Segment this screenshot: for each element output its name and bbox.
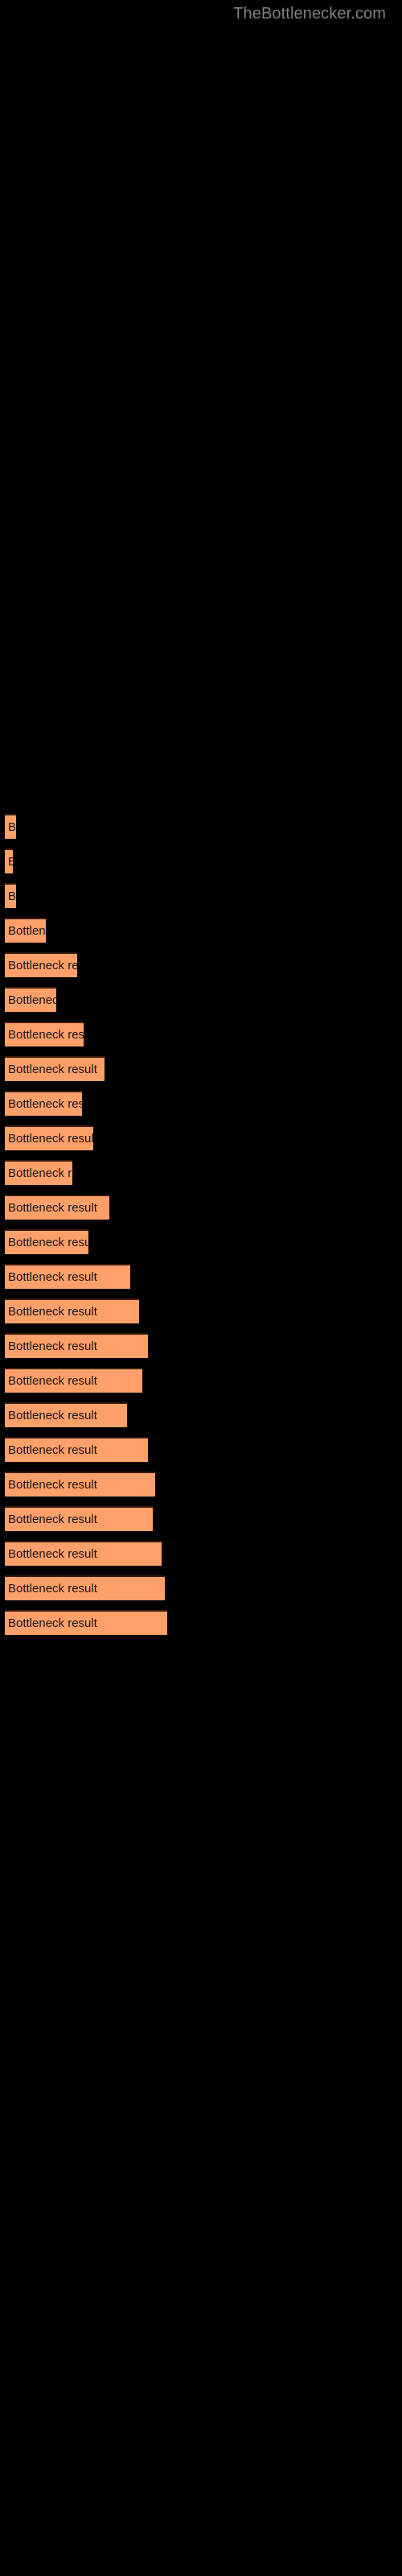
bar[interactable]: Bottleneck result	[5, 1125, 93, 1150]
bar[interactable]: Bottleneck result	[5, 1368, 142, 1393]
bar-row: Bottleneck result	[0, 1575, 402, 1600]
bar[interactable]: Bottleneck result	[5, 1298, 139, 1323]
bar[interactable]: Bottleneck result	[5, 1264, 130, 1289]
bar-row: Bottleneck result	[0, 848, 402, 873]
bar[interactable]: Bottleneck result	[5, 952, 77, 977]
bar-label: Bottleneck result	[5, 856, 13, 868]
bar-row: Bottleneck result	[0, 1437, 402, 1462]
bar-row: Bottleneck result	[0, 918, 402, 943]
bar-label: Bottleneck result	[8, 1166, 72, 1180]
bar-row: Bottleneck result	[0, 952, 402, 977]
bar-label: Bottleneck result	[8, 820, 16, 834]
bar-row: Bottleneck result	[0, 1264, 402, 1289]
bar[interactable]: Bottleneck result	[5, 1229, 88, 1254]
bar[interactable]: Bottleneck result	[5, 814, 16, 839]
bar[interactable]: Bottleneck result	[5, 1056, 105, 1081]
bar-label: Bottleneck result	[8, 1270, 97, 1284]
bar-label: Bottleneck result	[8, 993, 56, 1007]
bar[interactable]: Bottleneck result	[5, 848, 13, 873]
bar-label: Bottleneck result	[8, 1132, 93, 1146]
bar-row: Bottleneck result	[0, 1541, 402, 1566]
bar-row: Bottleneck result	[0, 1091, 402, 1116]
bar-row: Bottleneck result	[0, 1610, 402, 1635]
bar-label: Bottleneck result	[8, 1513, 97, 1526]
bar[interactable]: Bottleneck result	[5, 883, 16, 908]
bar[interactable]: Bottleneck result	[5, 1437, 148, 1462]
bar-label: Bottleneck result	[8, 1409, 97, 1422]
bar[interactable]: Bottleneck result	[5, 1541, 162, 1566]
bar-row: Bottleneck result	[0, 1056, 402, 1081]
bar-row: Bottleneck result	[0, 1229, 402, 1254]
bar[interactable]: Bottleneck result	[5, 1195, 109, 1220]
bar[interactable]: Bottleneck result	[5, 1160, 72, 1185]
bar-row: Bottleneck result	[0, 1022, 402, 1046]
bar-label: Bottleneck result	[8, 1478, 97, 1492]
bar-label: Bottleneck result	[8, 924, 46, 938]
bar-label: Bottleneck result	[8, 1547, 97, 1561]
bar-row: Bottleneck result	[0, 814, 402, 839]
bar-label: Bottleneck result	[8, 1340, 97, 1353]
bottleneck-bar-chart: Bottleneck result Bottleneck result Bottle…	[0, 0, 402, 2576]
bar-label: Bottleneck result	[8, 1028, 84, 1042]
bar-row: Bottleneck result	[0, 1506, 402, 1531]
bar-label: Bottleneck result	[8, 1097, 82, 1111]
bar[interactable]: Bottleneck result	[5, 1472, 155, 1496]
bar[interactable]: Bottleneck result	[5, 1022, 84, 1046]
bar-row: Bottleneck result	[0, 1368, 402, 1393]
bar-row: Bottleneck result	[0, 1298, 402, 1323]
bar-row: Bottleneck result	[0, 1195, 402, 1220]
bar-label: Bottleneck result	[8, 1374, 97, 1388]
bar-row: Bottleneck result	[0, 883, 402, 908]
bar-label: Bottleneck result	[8, 959, 77, 972]
bar-row: Bottleneck result	[0, 987, 402, 1012]
bar[interactable]: Bottleneck result	[5, 1402, 127, 1427]
bar[interactable]: Bottleneck result	[5, 1506, 153, 1531]
bar-label: Bottleneck result	[8, 1616, 97, 1630]
bar[interactable]: Bottleneck result	[5, 1091, 82, 1116]
bar-row: Bottleneck result	[0, 1333, 402, 1358]
bar-row: Bottleneck result	[0, 1402, 402, 1427]
bar-label: Bottleneck result	[8, 1582, 97, 1596]
bar-row: Bottleneck result	[0, 1472, 402, 1496]
bar-label: Bottleneck result	[8, 890, 16, 903]
bar-label: Bottleneck result	[8, 1063, 97, 1076]
bar[interactable]: Bottleneck result	[5, 1610, 167, 1635]
bar-label: Bottleneck result	[8, 1443, 97, 1457]
bar[interactable]: Bottleneck result	[5, 918, 46, 943]
bar-row: Bottleneck result	[0, 1125, 402, 1150]
bar[interactable]: Bottleneck result	[5, 1333, 148, 1358]
bar[interactable]: Bottleneck result	[5, 987, 56, 1012]
bar-label: Bottleneck result	[8, 1201, 97, 1215]
bar-label: Bottleneck result	[8, 1305, 97, 1319]
bar-row: Bottleneck result	[0, 1160, 402, 1185]
bar[interactable]: Bottleneck result	[5, 1575, 165, 1600]
bar-label: Bottleneck result	[8, 1236, 88, 1249]
